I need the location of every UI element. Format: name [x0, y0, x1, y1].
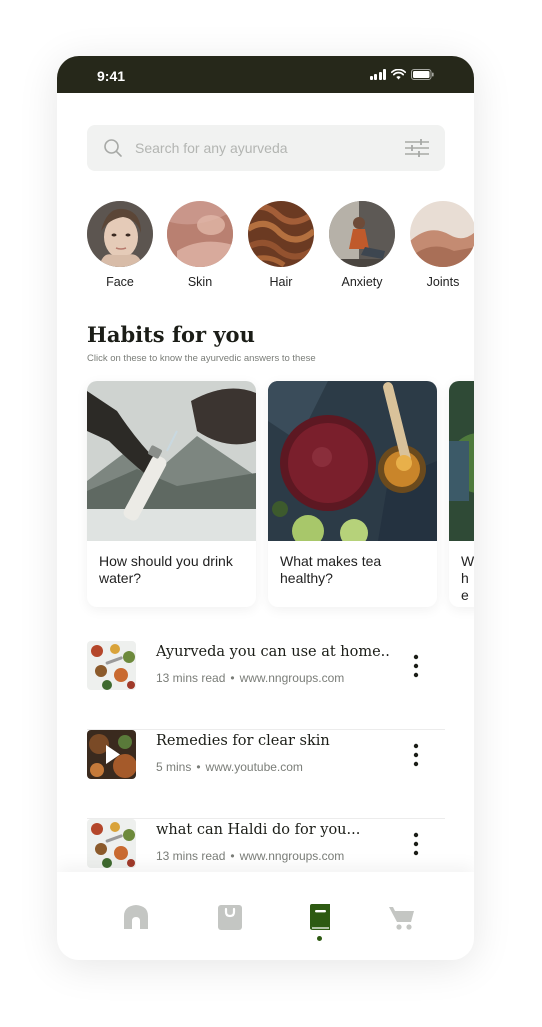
search-input[interactable]: [135, 137, 385, 159]
category-anxiety[interactable]: Anxiety: [329, 201, 395, 289]
article-meta: 13 mins read • www.nngroups.com: [156, 671, 344, 685]
article-duration: 13 mins read: [156, 849, 226, 863]
article-title: what can Haldi do for you...: [156, 822, 361, 838]
book-icon: [310, 904, 330, 930]
category-face[interactable]: Face: [87, 201, 153, 289]
article-source: www.youtube.com: [205, 760, 303, 774]
status-icons: [369, 69, 435, 80]
nav-home[interactable]: [121, 902, 151, 932]
habit-title: How should you drink water?: [99, 553, 233, 586]
nav-library[interactable]: [305, 902, 335, 932]
more-options-icon[interactable]: [413, 654, 419, 678]
nav-cart[interactable]: [387, 902, 417, 932]
battery-icon: [411, 69, 434, 80]
category-label: Face: [106, 275, 134, 289]
signal-icon: [369, 69, 386, 80]
category-skin[interactable]: Skin: [167, 201, 233, 289]
article-meta: 13 mins read • www.nngroups.com: [156, 849, 344, 863]
category-image: [410, 201, 474, 267]
category-image: [329, 201, 395, 267]
article-source: www.nngroups.com: [239, 671, 345, 685]
wifi-icon: [391, 69, 406, 80]
category-image: [87, 201, 153, 267]
nav-shop[interactable]: [215, 902, 245, 932]
habit-image: [268, 381, 437, 547]
video-thumbnail: [87, 730, 136, 779]
article-source: www.nngroups.com: [239, 849, 345, 863]
section-subtitle: Click on these to know the ayurvedic ans…: [87, 353, 316, 364]
habit-image: [449, 381, 474, 541]
bottom-nav: [57, 872, 474, 960]
list-item[interactable]: Remedies for clear skin 5 mins • www.youtu…: [87, 730, 445, 819]
category-joints[interactable]: Joints: [410, 201, 474, 289]
article-duration: 13 mins read: [156, 671, 226, 685]
article-thumbnail: [87, 819, 136, 868]
habit-card-partial[interactable]: W he: [449, 381, 474, 607]
habit-card-tea[interactable]: What makes tea healthy?: [268, 381, 437, 607]
habit-title: What makes tea healthy?: [280, 553, 382, 586]
separator-dot: •: [230, 671, 235, 685]
category-image: [167, 201, 233, 267]
article-title: Ayurveda you can use at home..: [156, 644, 390, 660]
habit-card-water[interactable]: How should you drink water?: [87, 381, 256, 607]
article-title: Remedies for clear skin: [156, 733, 330, 749]
status-bar: 9:41: [57, 56, 474, 93]
separator-dot: •: [196, 760, 201, 774]
category-image: [248, 201, 314, 267]
category-label: Joints: [426, 275, 460, 289]
separator-dot: •: [230, 849, 235, 863]
habit-image: [87, 381, 256, 541]
category-label: Hair: [269, 275, 293, 289]
list-item[interactable]: Ayurveda you can use at home.. 13 mins r…: [87, 641, 445, 730]
bag-icon: [218, 905, 242, 930]
search-bar[interactable]: [87, 125, 445, 171]
article-meta: 5 mins • www.youtube.com: [156, 760, 303, 774]
active-indicator-dot: [317, 936, 322, 941]
category-label: Anxiety: [341, 275, 383, 289]
more-options-icon[interactable]: [413, 743, 419, 767]
search-icon: [104, 139, 122, 157]
filter-icon[interactable]: [404, 137, 430, 159]
status-time: 9:41: [97, 68, 126, 84]
category-hair[interactable]: Hair: [248, 201, 314, 289]
phone-frame: 9:41 Search for any ayurveda Face Skin H…: [57, 56, 474, 960]
habit-title: W he: [461, 553, 474, 603]
home-icon: [124, 905, 148, 929]
more-options-icon[interactable]: [413, 832, 419, 856]
category-label: Skin: [187, 275, 213, 289]
cart-icon: [389, 907, 414, 930]
article-thumbnail: [87, 641, 136, 690]
section-title: Habits for you: [87, 322, 255, 347]
article-duration: 5 mins: [156, 760, 192, 774]
